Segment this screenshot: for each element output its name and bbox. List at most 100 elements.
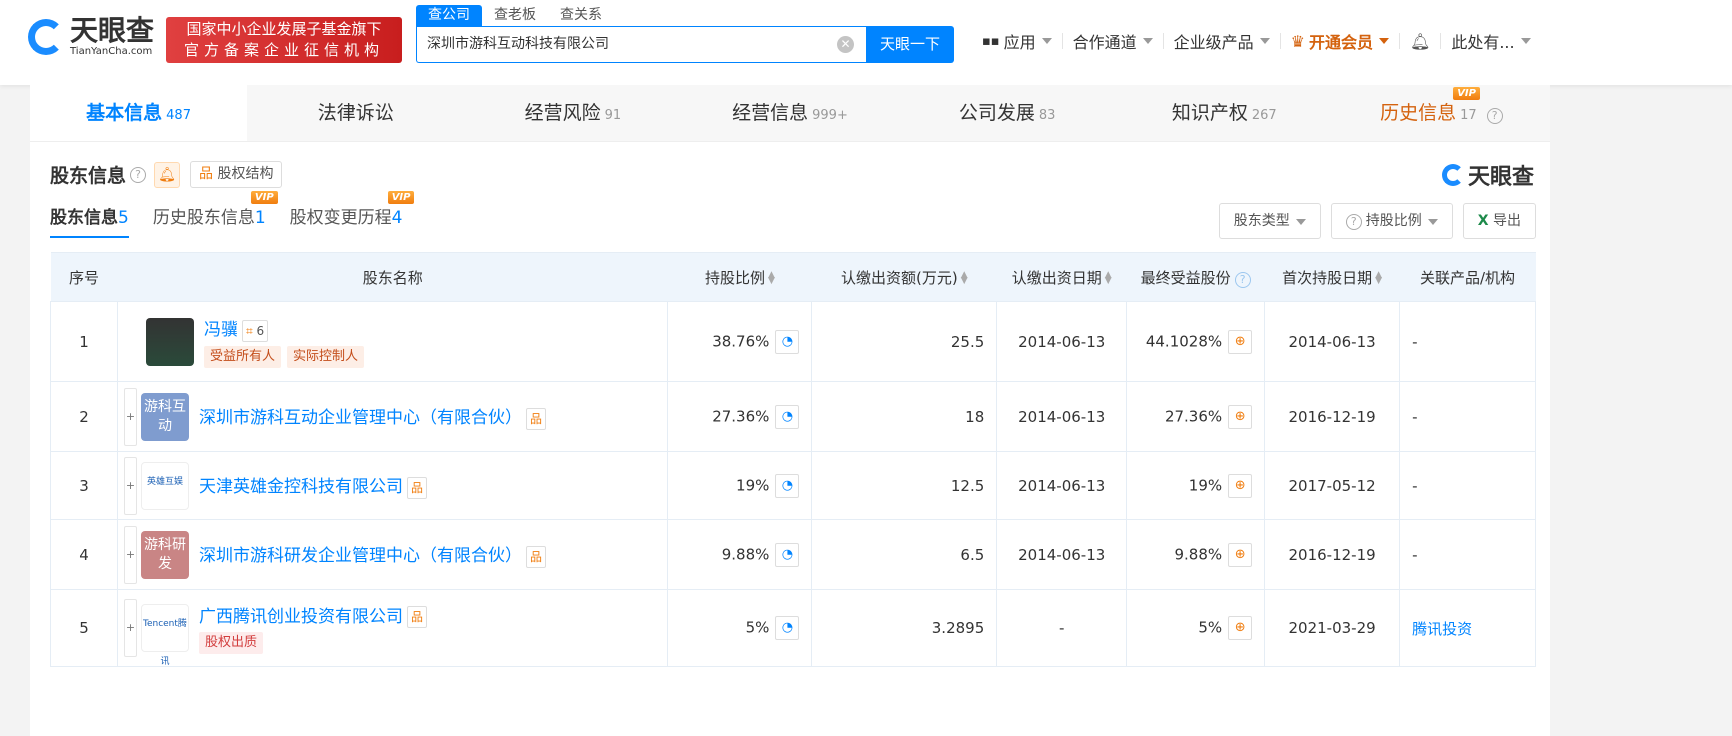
- column-label: 最终受益股份: [1140, 268, 1231, 287]
- pie-chart-icon[interactable]: ◔: [775, 542, 800, 567]
- row-number: 4: [50, 519, 118, 590]
- expand-button[interactable]: +: [123, 456, 137, 515]
- tab-search-company[interactable]: 查公司: [416, 5, 482, 26]
- person-avatar[interactable]: [145, 317, 194, 366]
- trace-icon[interactable]: ⊕: [1228, 404, 1253, 429]
- shareholder-name-link[interactable]: 深圳市游科研发企业管理中心（有限合伙）: [199, 546, 522, 566]
- ratio-dropdown[interactable]: ? 持股比例: [1330, 203, 1453, 239]
- search-input[interactable]: 深圳市游科互动科技有限公司 ✕: [416, 26, 868, 63]
- caret-down-icon: [1259, 38, 1270, 44]
- column-header[interactable]: 认缴出资日期 ▲ ▼: [996, 252, 1127, 302]
- sort-icon: ▲ ▼: [1104, 270, 1112, 286]
- tab-1[interactable]: 法律诉讼: [247, 85, 464, 141]
- shareholder-name-link[interactable]: 冯骥: [204, 320, 238, 340]
- role-tag[interactable]: 实际控制人: [286, 345, 364, 368]
- expand-button[interactable]: +: [123, 525, 137, 584]
- nav-membership[interactable]: ♛ 开通会员: [1281, 32, 1401, 52]
- related-cell[interactable]: 腾讯投资: [1399, 589, 1536, 667]
- related-value[interactable]: 腾讯投资: [1412, 620, 1472, 638]
- nav-apps[interactable]: ▪▪ 应用: [972, 33, 1063, 52]
- tab-6[interactable]: 历史信息 17 ? VIP: [1333, 85, 1550, 141]
- nav-notifications[interactable]: 🔔︎: [1400, 32, 1442, 51]
- date-cell: 2014-06-13: [996, 451, 1128, 520]
- expand-button[interactable]: +: [123, 599, 137, 657]
- nav-enterprise[interactable]: 企业级产品: [1164, 33, 1281, 52]
- search-value: 深圳市游科互动科技有限公司: [427, 36, 609, 52]
- main-tabs: 基本信息 487 法律诉讼 经营风险 91 经营信息 999+ 公司发展 83 知识产权 267 历史…: [30, 85, 1550, 142]
- tab-4[interactable]: 公司发展 83: [899, 85, 1116, 141]
- vip-badge: VIP: [387, 191, 415, 204]
- final-share-value: 44.1028%: [1145, 332, 1223, 350]
- help-icon[interactable]: ?: [1234, 271, 1251, 288]
- column-header[interactable]: 首次持股日期 ▲ ▼: [1264, 252, 1400, 302]
- shareholder-type-dropdown[interactable]: 股东类型: [1218, 203, 1321, 239]
- shareholder-cell: + 游科互动 深圳市游科互动企业管理中心（有限合伙）品: [116, 381, 669, 452]
- column-label: 序号: [68, 268, 99, 287]
- structure-button[interactable]: 品: [406, 606, 427, 629]
- tab-search-relation[interactable]: 查关系: [548, 5, 614, 26]
- structure-button[interactable]: 品: [406, 476, 427, 499]
- pledge-tag[interactable]: 股权出质: [198, 632, 263, 655]
- row-number: 2: [50, 381, 118, 452]
- role-tag[interactable]: 受益所有人: [203, 345, 281, 368]
- caret-down-icon: [1142, 38, 1153, 44]
- company-avatar: 游科研发: [140, 530, 189, 579]
- tab-5[interactable]: 知识产权 267: [1116, 85, 1333, 141]
- pie-chart-icon[interactable]: ◔: [775, 616, 800, 640]
- nav-partner[interactable]: 合作通道: [1063, 33, 1164, 52]
- first-date-cell: 2016-12-19: [1264, 381, 1401, 452]
- subtab-0[interactable]: 股东信息5: [50, 203, 129, 238]
- trace-icon[interactable]: ⊕: [1228, 473, 1253, 498]
- shareholder-name-link[interactable]: 广西腾讯创业投资有限公司: [199, 607, 403, 627]
- company-logo: Tencent腾讯: [140, 604, 189, 667]
- export-button[interactable]: X 导出: [1462, 203, 1536, 239]
- trace-icon[interactable]: ⊕: [1228, 542, 1253, 567]
- table-row: 3 + 英雄互娱 天津英雄金控科技有限公司品 19% ◔ 12.5 2014-06-1…: [50, 451, 1536, 520]
- banner-line: 国家中小企业发展子基金旗下: [186, 20, 382, 38]
- tab-0[interactable]: 基本信息 487: [30, 85, 248, 141]
- related-cell: -: [1399, 301, 1536, 382]
- tab-search-boss[interactable]: 查老板: [482, 5, 548, 26]
- trace-icon[interactable]: ⊕: [1228, 616, 1253, 640]
- button-label: 股权结构: [217, 166, 274, 182]
- tianyancha-logo[interactable]: 天眼查 TianYanCha.com: [28, 16, 154, 57]
- clear-icon[interactable]: ✕: [837, 36, 854, 53]
- subtab-1[interactable]: 历史股东信息1 VIP: [153, 191, 278, 238]
- structure-button[interactable]: 品: [525, 545, 546, 568]
- ratio-cell: 5% ◔: [667, 589, 813, 667]
- official-banner: 国家中小企业发展子基金旗下 官方备案企业征信机构: [166, 17, 402, 63]
- structure-button[interactable]: 品: [525, 407, 546, 430]
- pie-chart-icon[interactable]: ◔: [775, 473, 800, 498]
- nav-user[interactable]: 此处有...: [1441, 33, 1540, 52]
- ratio-value: 38.76%: [712, 332, 770, 350]
- column-header: 序号: [50, 252, 118, 302]
- sub-tabs: 股东信息5 历史股东信息1 VIP 股权变更历程4 VIP: [50, 191, 426, 238]
- shareholder-name-link[interactable]: 深圳市游科互动企业管理中心（有限合伙）: [199, 408, 522, 428]
- column-header[interactable]: 认缴出资额(万元) ▲ ▼: [811, 252, 997, 302]
- logo-text: 天眼查: [70, 14, 155, 47]
- table-controls: 股东类型 ? 持股比例 X 导出: [1209, 203, 1536, 239]
- equity-structure-button[interactable]: 品 股权结构: [190, 161, 283, 188]
- related-companies-button[interactable]: ⌗ 6: [241, 319, 269, 342]
- pie-chart-icon[interactable]: ◔: [775, 329, 800, 354]
- tab-3[interactable]: 经营信息 999+: [681, 85, 898, 141]
- subtab-2[interactable]: 股权变更历程4 VIP: [290, 191, 415, 238]
- expand-button[interactable]: +: [123, 387, 137, 446]
- tab-label: 经营风险: [524, 102, 601, 124]
- column-header[interactable]: 持股比例 ▲ ▼: [667, 252, 812, 302]
- help-icon[interactable]: ?: [1486, 108, 1503, 124]
- monitor-bell-button[interactable]: 🔔︎: [154, 161, 181, 188]
- row-number: 5: [50, 589, 118, 667]
- banner-line: 官方备案企业征信机构: [183, 41, 384, 59]
- pie-chart-icon[interactable]: ◔: [775, 404, 800, 429]
- column-header: 关联产品/机构: [1399, 252, 1536, 302]
- trace-icon[interactable]: ⊕: [1228, 329, 1253, 354]
- final-share-value: 19%: [1188, 476, 1223, 494]
- help-icon[interactable]: ?: [130, 166, 147, 183]
- related-cell: -: [1399, 381, 1536, 452]
- search-button[interactable]: 天眼一下: [866, 26, 954, 63]
- shareholder-name-link[interactable]: 天津英雄金控科技有限公司: [199, 477, 403, 497]
- first-date-cell: 2014-06-13: [1264, 301, 1401, 382]
- table-row: 4 + 游科研发 深圳市游科研发企业管理中心（有限合伙）品 9.88% ◔ 6.5 2…: [50, 519, 1536, 590]
- tab-2[interactable]: 经营风险 91: [464, 85, 681, 141]
